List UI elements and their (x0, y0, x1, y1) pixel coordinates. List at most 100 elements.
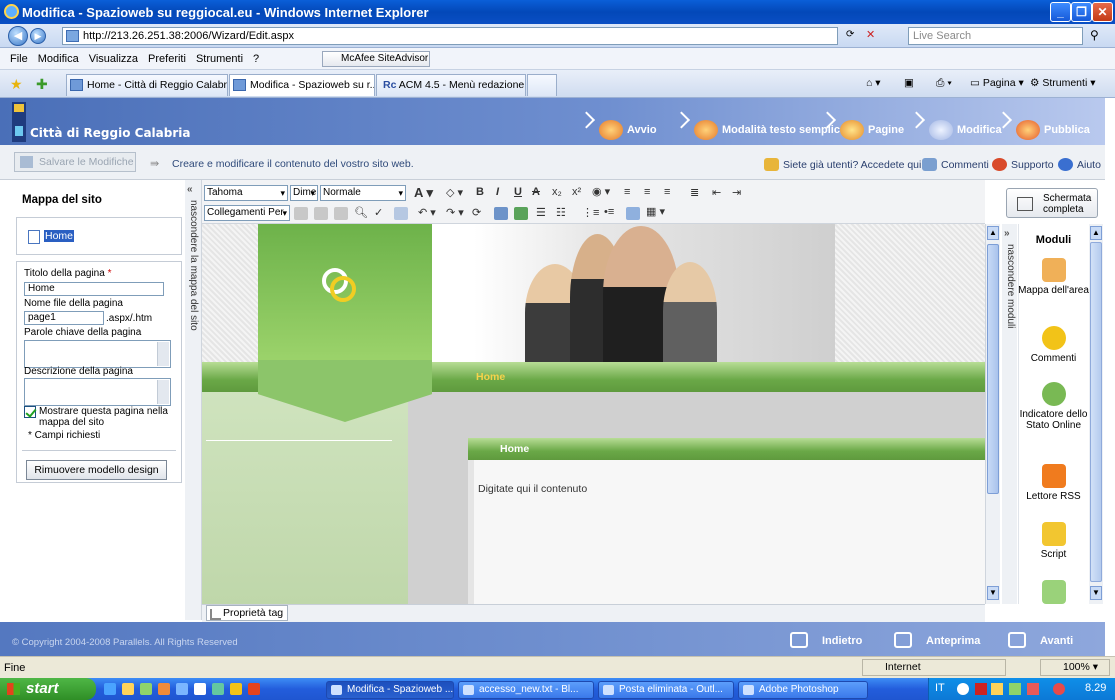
task-notepad[interactable]: accesso_new.txt - Bl... (458, 681, 594, 699)
file-name-field[interactable]: page1 (24, 311, 104, 325)
quicklaunch-ie-icon[interactable] (104, 683, 116, 695)
quicklaunch-icon[interactable] (158, 683, 170, 695)
quicklaunch-icon[interactable] (176, 683, 188, 695)
tag-properties-button[interactable]: Proprietà tag (206, 605, 289, 621)
fullscreen-button[interactable]: Schermata completa (1006, 188, 1098, 218)
tab-modifica[interactable]: Modifica - Spazioweb su r...✕ (229, 74, 375, 96)
bold-icon[interactable]: B (476, 186, 484, 198)
scroll-thumb[interactable] (987, 244, 999, 494)
refresh-icon[interactable]: ⟳ (846, 29, 854, 40)
subscript-icon[interactable]: x₂ (552, 186, 562, 198)
table-icon[interactable]: ▦ ▾ (646, 205, 665, 218)
add-favorite-icon[interactable]: ✚ (36, 76, 48, 93)
back-nav-button[interactable]: ◀ (8, 26, 28, 46)
align-left-icon[interactable]: ≡ (624, 186, 630, 198)
tray-icon[interactable] (1009, 683, 1021, 695)
list-icon[interactable]: ☰ (536, 206, 546, 219)
quicklaunch-icon[interactable] (230, 683, 242, 695)
refresh-editor-icon[interactable]: ⟳ (472, 206, 481, 219)
home-icon[interactable]: ⌂ ▾ (866, 77, 881, 89)
scroll-down-icon[interactable]: ▼ (1090, 586, 1102, 600)
favorites-star-icon[interactable]: ★ (10, 76, 23, 93)
toggle-site-map[interactable]: « nascondere la mappa del sito (185, 180, 202, 620)
close-button[interactable]: ✕ (1092, 2, 1113, 22)
start-button[interactable]: start (0, 678, 96, 700)
menu-file[interactable]: File (10, 53, 28, 65)
back-button[interactable]: Indietro (790, 629, 862, 653)
tray-icon[interactable] (1027, 683, 1039, 695)
scroll-up-icon[interactable]: ▲ (1090, 226, 1102, 240)
language-indicator[interactable]: IT (935, 682, 945, 694)
tray-icon[interactable] (991, 683, 1003, 695)
print-icon[interactable]: ⎙ ▾ (936, 77, 952, 90)
spellcheck-icon[interactable]: ✓ (374, 206, 383, 219)
content-title[interactable]: Home (500, 443, 529, 455)
menu-view[interactable]: Visualizza (89, 53, 138, 65)
unordered-list-icon[interactable]: •≡ (604, 206, 614, 218)
font-family-select[interactable]: Tahoma (204, 185, 288, 201)
next-button[interactable]: Avanti (1008, 629, 1073, 653)
maximize-button[interactable]: ❐ (1071, 2, 1092, 22)
quicklaunch-icon[interactable] (122, 683, 134, 695)
tab-acm[interactable]: Rc ACM 4.5 - Menù redazione (376, 74, 526, 96)
copy-icon[interactable] (314, 207, 328, 220)
task-outlook[interactable]: Posta eliminata - Outl... (598, 681, 734, 699)
undo-icon[interactable]: ↶ ▾ (418, 206, 436, 219)
special-char-icon[interactable]: ◉ ▾ (592, 185, 610, 198)
expand-right-icon[interactable]: » (1004, 228, 1010, 239)
toggle-modules[interactable]: » nascondere moduli (1002, 224, 1017, 604)
module-more[interactable] (1018, 580, 1089, 607)
task-modifica[interactable]: Modifica - Spazioweb ... (326, 681, 454, 699)
scroll-up-icon[interactable]: ▲ (987, 226, 999, 240)
module-map[interactable]: Mappa dell'area (1018, 258, 1089, 296)
tools-menu[interactable]: ⚙ Strumenti ▾ (1030, 77, 1095, 89)
cut-icon[interactable] (294, 207, 308, 220)
tray-icon[interactable] (975, 683, 987, 695)
font-size-select[interactable]: Dime (290, 185, 318, 201)
content-placeholder[interactable]: Digitate qui il contenuto (478, 483, 587, 495)
module-script[interactable]: Script (1018, 522, 1089, 560)
comments-link[interactable]: Commenti (922, 158, 989, 171)
remove-design-button[interactable]: Rimuovere modello design (26, 460, 167, 480)
step-publish[interactable]: Pubblica (1000, 118, 1090, 142)
login-link[interactable]: Siete già utenti? Accedete qui... (764, 158, 930, 171)
tray-icon[interactable] (1053, 683, 1065, 695)
justify-icon[interactable]: ≣ (690, 186, 699, 199)
menu-edit[interactable]: Modifica (38, 53, 79, 65)
paragraph-style-select[interactable]: Normale (320, 185, 406, 201)
zoom-control[interactable]: 100% ▾ (1040, 659, 1110, 676)
menu-favorites[interactable]: Preferiti (148, 53, 186, 65)
image-icon[interactable] (494, 207, 508, 220)
search-icon[interactable]: ⚲ (1090, 28, 1099, 42)
paste-icon[interactable] (334, 207, 348, 220)
step-pages[interactable]: Pagine (824, 118, 904, 142)
align-center-icon[interactable]: ≡ (644, 186, 650, 198)
stop-icon[interactable]: ✕ (866, 28, 875, 41)
help-link[interactable]: Aiuto (1058, 158, 1101, 171)
list2-icon[interactable]: ☷ (556, 206, 566, 219)
links-select[interactable]: Collegamenti Per (204, 205, 290, 221)
strikethrough-icon[interactable]: A (532, 186, 540, 198)
page-title-field[interactable]: Home (24, 282, 164, 296)
address-input[interactable]: http://213.26.251.38:2006/Wizard/Edit.as… (62, 27, 838, 45)
module-rss[interactable]: Lettore RSS (1018, 464, 1089, 502)
task-photoshop[interactable]: Adobe Photoshop (738, 681, 868, 699)
support-link[interactable]: Supporto (992, 158, 1054, 171)
tab-home[interactable]: Home - Città di Reggio Calabria (66, 74, 228, 96)
italic-icon[interactable]: I (496, 186, 499, 198)
font-color-icon[interactable]: A ▾ (414, 185, 433, 201)
menu-tools[interactable]: Strumenti (196, 53, 243, 65)
feeds-icon[interactable]: ▣ (904, 77, 914, 89)
preview-button[interactable]: Anteprima (894, 629, 980, 653)
quicklaunch-icon[interactable] (194, 683, 206, 695)
module-comments[interactable]: Commenti (1018, 326, 1089, 364)
scroll-thumb[interactable] (1090, 242, 1102, 582)
link-icon[interactable] (514, 207, 528, 220)
tray-icon[interactable] (957, 683, 969, 695)
keywords-field[interactable] (24, 340, 171, 368)
superscript-icon[interactable]: x² (572, 186, 581, 198)
mcafee-button[interactable]: McAfee SiteAdvisor (322, 51, 430, 67)
align-right-icon[interactable]: ≡ (664, 186, 670, 198)
forward-nav-button[interactable]: ▶ (30, 28, 46, 44)
step-edit[interactable]: Modifica (913, 118, 1002, 142)
